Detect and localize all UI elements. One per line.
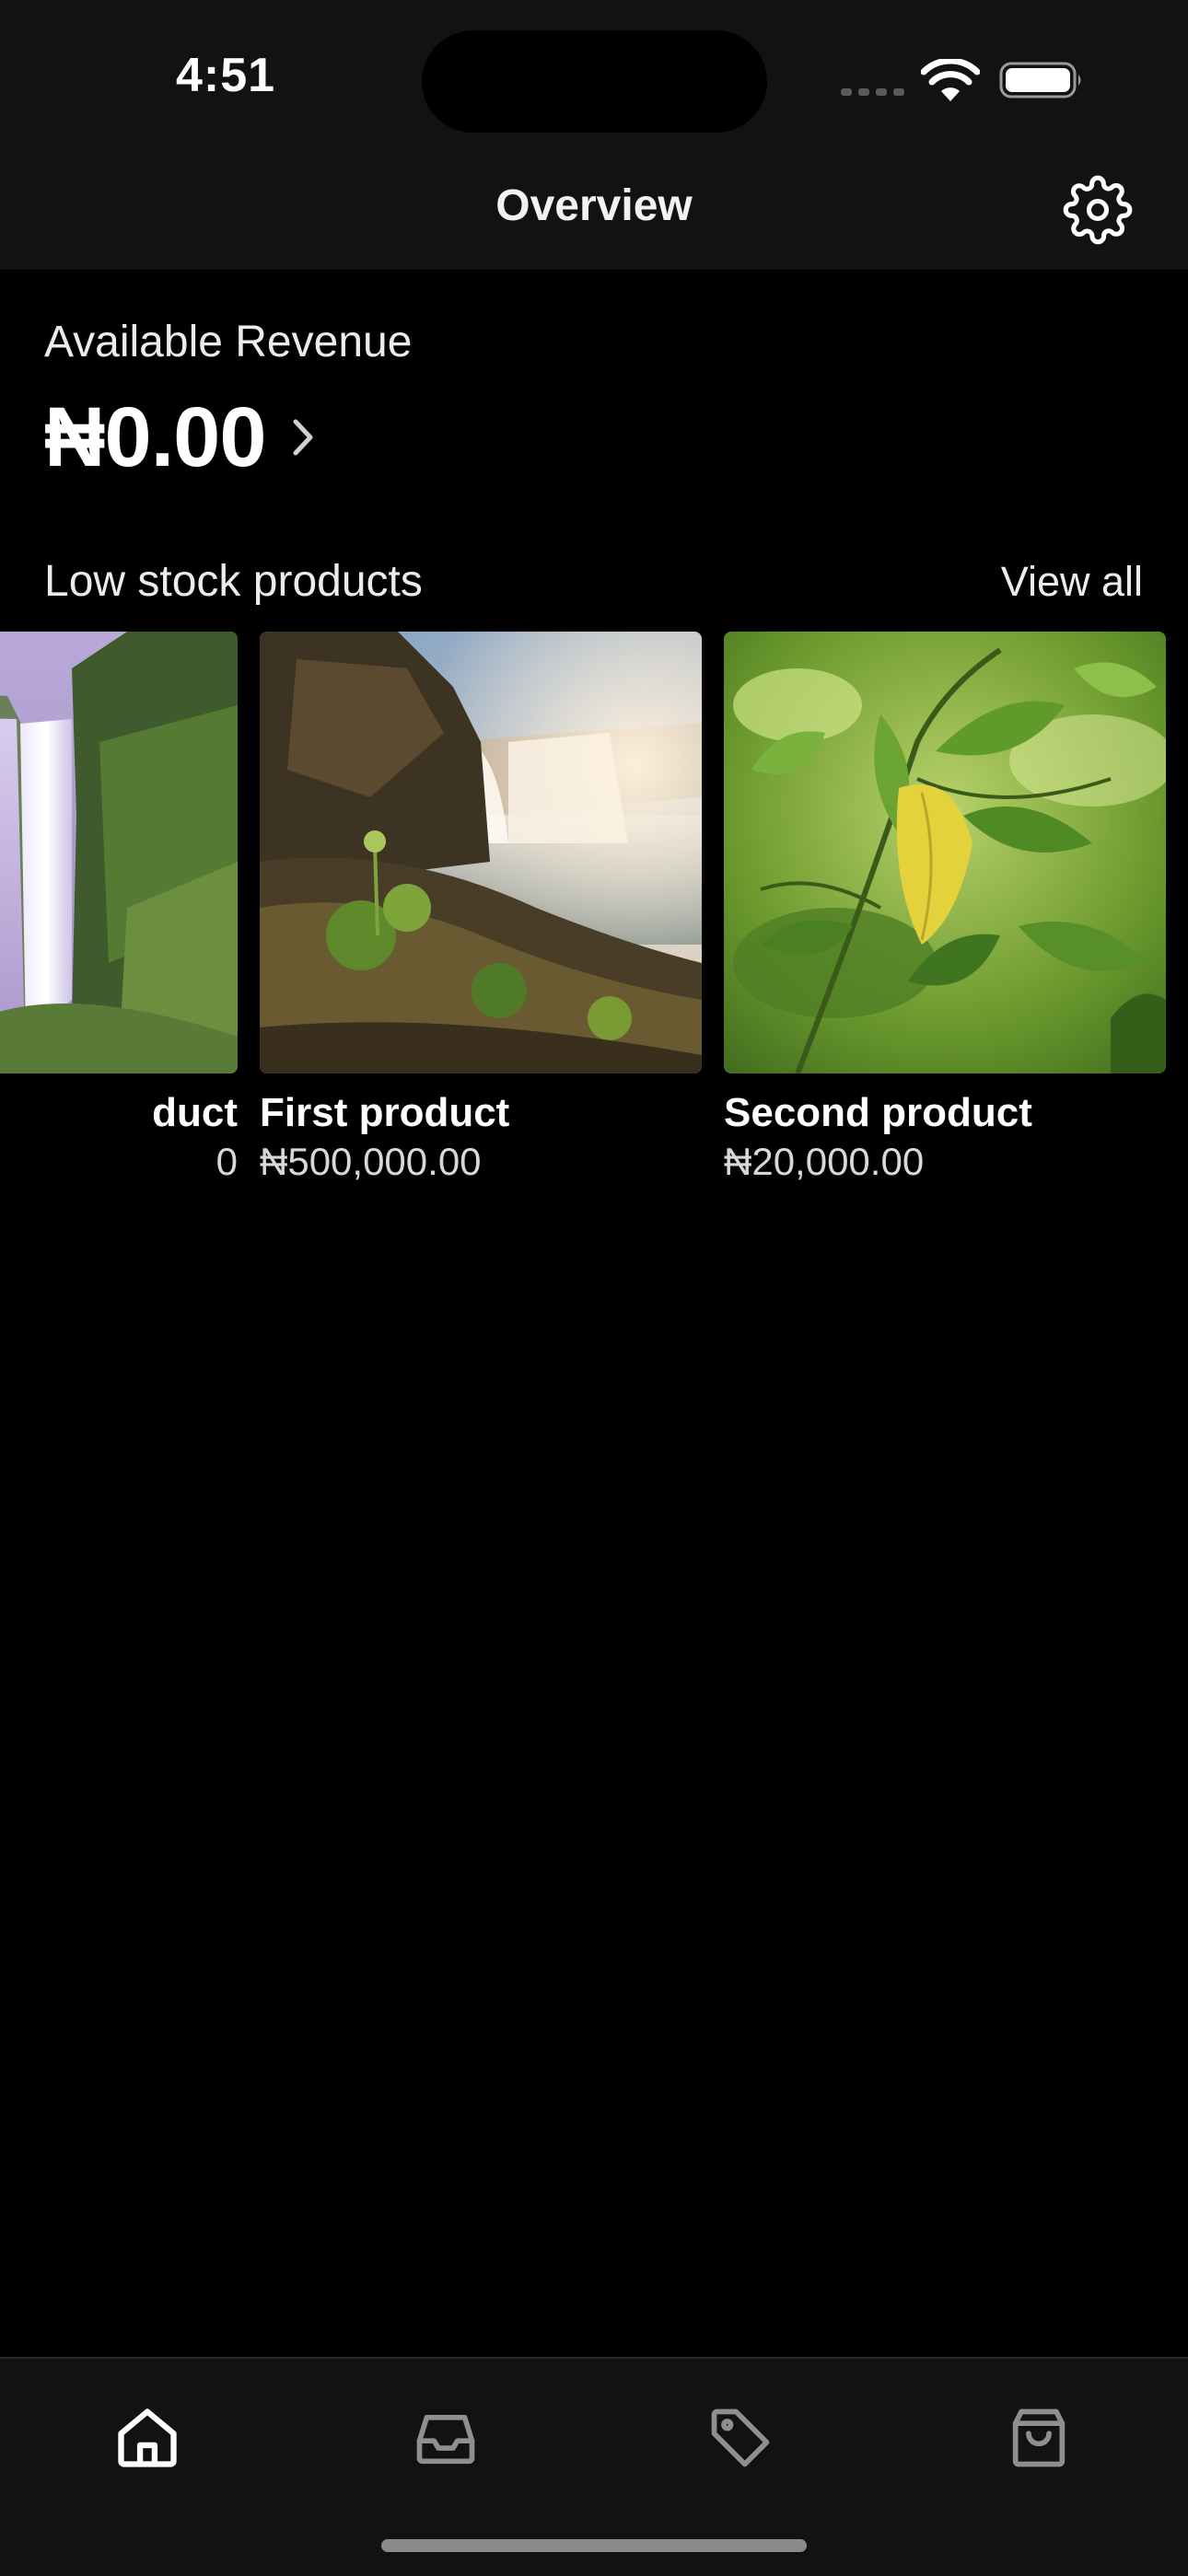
shopping-bag-icon [1012,2408,1066,2467]
tab-home[interactable] [92,2392,203,2484]
battery-icon [999,62,1081,99]
waterfall-cliff-image [0,632,238,1073]
status-time: 4:51 [175,49,276,102]
product-card[interactable]: First product ₦500,000.00 [260,632,702,1184]
product-name: First product [260,1090,510,1135]
low-stock-carousel[interactable]: duct 0 First product ₦500,000.00 Second … [0,632,1188,1202]
home-icon [118,2408,177,2467]
inbox-icon [416,2414,475,2465]
cellular-signal-icon [841,88,904,96]
tag-icon [711,2408,770,2467]
home-indicator [381,2539,807,2552]
low-stock-title: Low stock products [44,557,423,606]
top-bar: 4:51 Overview [0,0,1188,270]
tab-orders[interactable] [984,2392,1094,2484]
wifi-icon [921,59,980,101]
view-all-link[interactable]: View all [1001,558,1143,606]
product-card[interactable]: Second product ₦20,000.00 [724,632,1166,1184]
waterfall-rocks-image [260,632,702,1073]
tab-inbox[interactable] [390,2392,501,2484]
product-price: 0 [215,1140,238,1183]
page-title: Overview [495,181,693,230]
revenue-label: Available Revenue [44,318,413,366]
product-name: duct [152,1090,238,1135]
revenue-value: ₦0.00 [44,389,266,484]
product-price: ₦500,000.00 [260,1140,482,1183]
product-name: Second product [724,1090,1032,1135]
chevron-right-icon [293,419,312,456]
gear-icon[interactable] [1063,175,1133,245]
dynamic-island [422,30,767,133]
product-price: ₦20,000.00 [724,1140,925,1183]
product-card[interactable]: duct 0 [0,632,238,1184]
revenue-summary[interactable]: ₦0.00 [44,387,320,488]
green-leaves-image [724,632,1166,1073]
tab-products[interactable] [685,2392,796,2484]
